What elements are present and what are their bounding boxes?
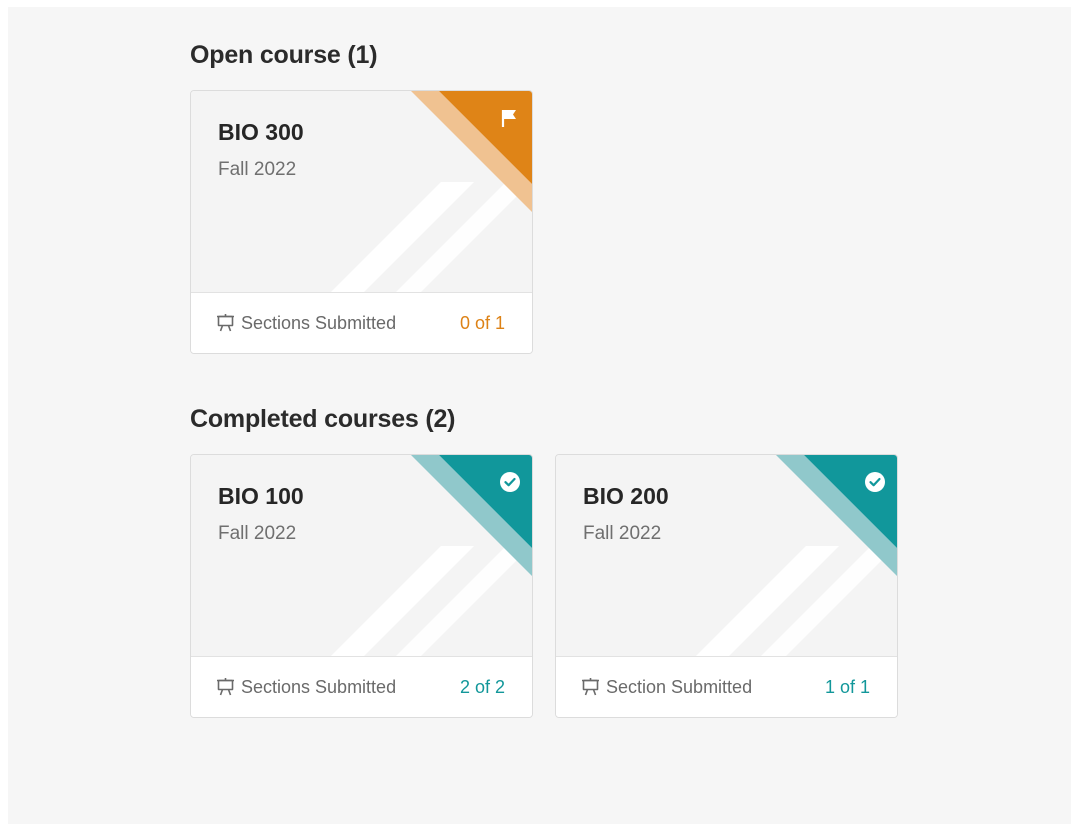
sections-submitted-count: 0 of 1 — [459, 313, 505, 333]
card-banner: BIO 100 Fall 2022 — [191, 455, 532, 656]
course-card-bio-200[interactable]: BIO 200 Fall 2022 Section Submitted 1 of… — [555, 454, 898, 718]
check-circle-icon — [865, 472, 885, 492]
open-courses-heading: Open course (1) — [190, 41, 378, 69]
card-footer: Sections Submitted 0 of 1 — [191, 292, 532, 353]
sections-submitted-label: Sections Submitted — [241, 677, 397, 697]
card-footer: Sections Submitted 2 of 2 — [191, 656, 532, 717]
flag-icon — [501, 110, 516, 127]
course-term: Fall 2022 — [218, 523, 297, 544]
page-background: Open course (1) BIO 300 Fall 2022 Sectio… — [8, 7, 1071, 824]
completed-courses-heading: Completed courses (2) — [190, 405, 456, 433]
course-term: Fall 2022 — [583, 523, 662, 544]
section-submitted-label: Section Submitted — [606, 677, 753, 697]
sections-submitted-count: 2 of 2 — [459, 677, 505, 697]
card-banner: BIO 200 Fall 2022 — [556, 455, 897, 656]
course-code: BIO 200 — [583, 483, 669, 509]
course-code: BIO 100 — [218, 483, 304, 509]
sections-submitted-label: Sections Submitted — [241, 313, 397, 333]
presentation-board-icon — [582, 678, 599, 696]
card-banner: BIO 300 Fall 2022 — [191, 91, 532, 292]
course-code: BIO 300 — [218, 119, 304, 145]
course-card-bio-100[interactable]: BIO 100 Fall 2022 Sections Submitted 2 o… — [190, 454, 533, 718]
section-submitted-count: 1 of 1 — [824, 677, 870, 697]
check-circle-icon — [500, 472, 520, 492]
presentation-board-icon — [217, 678, 234, 696]
presentation-board-icon — [217, 314, 234, 332]
course-card-bio-300[interactable]: BIO 300 Fall 2022 Sections Submitted 0 o… — [190, 90, 533, 354]
card-footer: Section Submitted 1 of 1 — [556, 656, 897, 717]
course-term: Fall 2022 — [218, 159, 297, 180]
